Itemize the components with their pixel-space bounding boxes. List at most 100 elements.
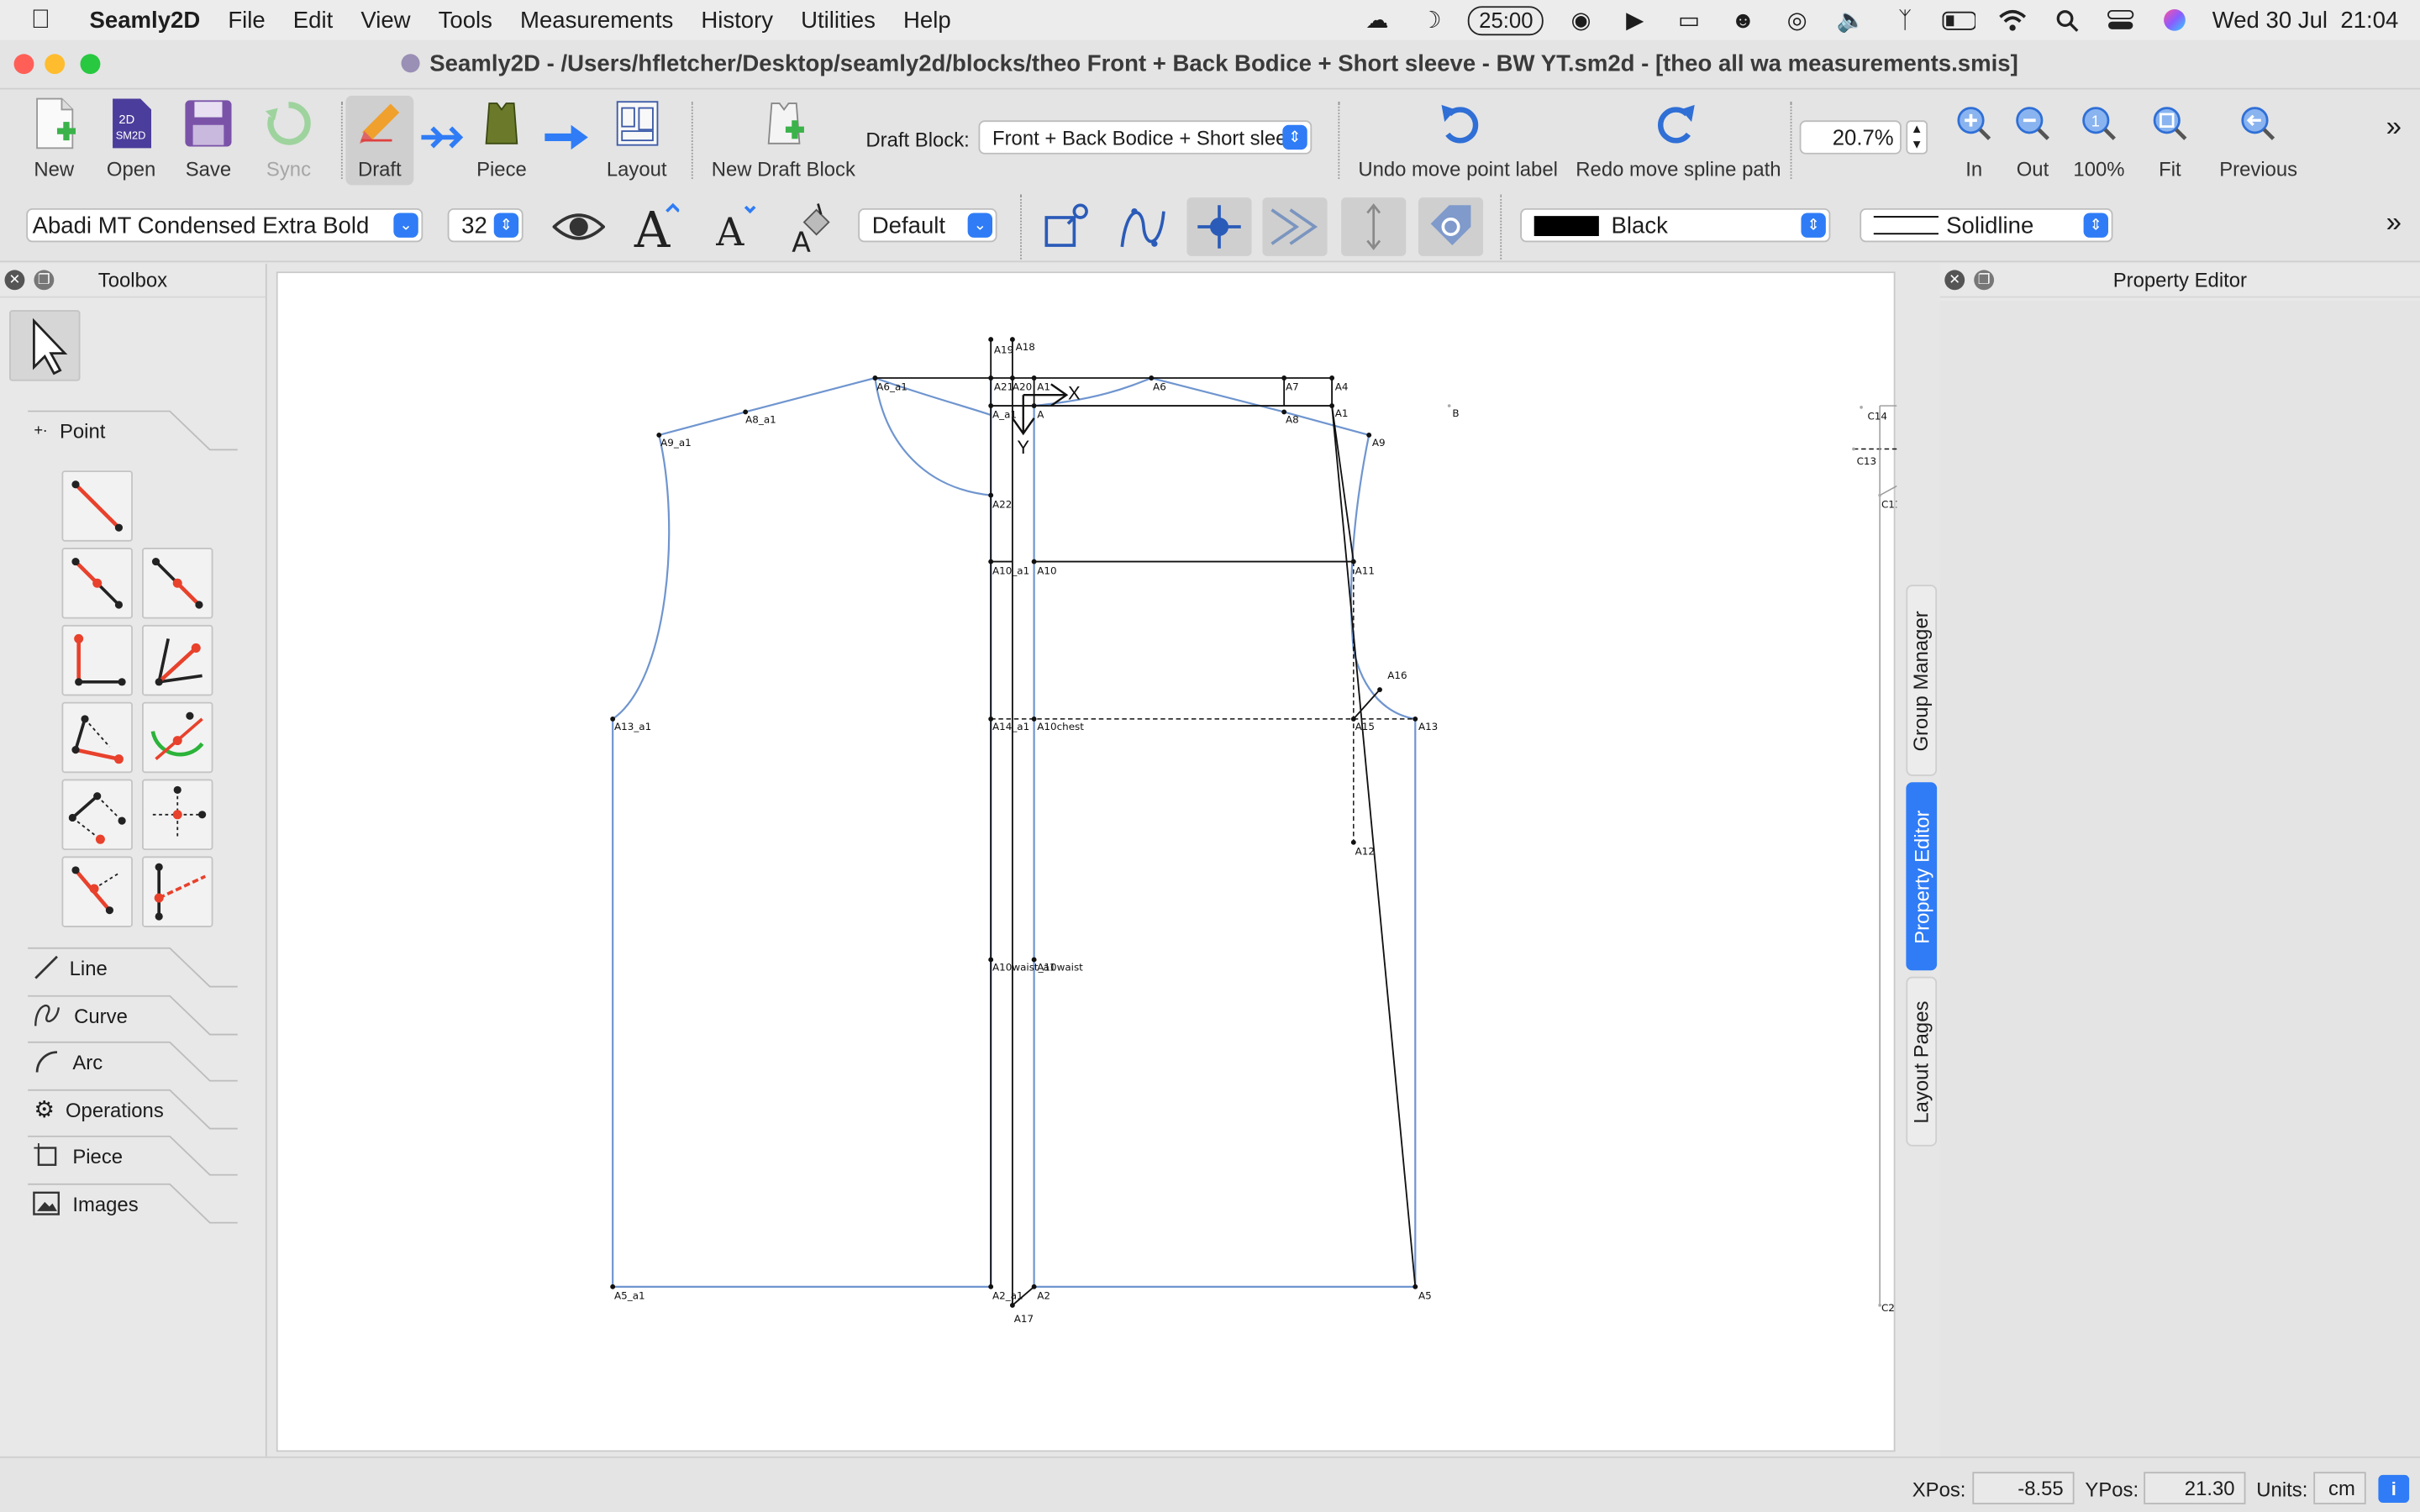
float-panel-icon[interactable]: ❐ bbox=[34, 270, 55, 291]
point-label[interactable]: A_a1 bbox=[992, 409, 1017, 421]
pattern-point[interactable] bbox=[988, 492, 994, 498]
section-point[interactable]: +∙ Point bbox=[28, 410, 238, 451]
menu-history[interactable]: History bbox=[701, 7, 773, 33]
pattern-point[interactable] bbox=[1031, 716, 1037, 722]
section-line[interactable]: Line bbox=[28, 947, 238, 988]
point-label[interactable]: A10 bbox=[1037, 564, 1056, 576]
draft-canvas[interactable]: X Y A19 A18 A21 A20 A1 A6 A7 A4 A6_a1 A_a1 A A8 A1 A8… bbox=[276, 271, 1901, 1453]
zoom-fit-button[interactable]: Fit bbox=[2144, 96, 2196, 186]
pattern-point[interactable] bbox=[988, 1284, 994, 1289]
search-icon[interactable] bbox=[2050, 8, 2084, 32]
point-label[interactable]: A6 bbox=[1153, 381, 1166, 393]
point-label[interactable]: A5 bbox=[1418, 1290, 1432, 1302]
pattern-point[interactable] bbox=[1031, 1284, 1037, 1289]
pattern-point[interactable] bbox=[988, 375, 994, 381]
normal-tool[interactable] bbox=[61, 624, 133, 696]
pattern-point[interactable] bbox=[1413, 1284, 1418, 1289]
along-line-tool[interactable] bbox=[61, 548, 133, 619]
float-panel-icon[interactable]: ❐ bbox=[1974, 270, 1995, 291]
triangle-tool[interactable] bbox=[61, 779, 133, 851]
grammarly-icon[interactable]: ◉ bbox=[1564, 8, 1597, 34]
pattern-point[interactable] bbox=[1447, 404, 1451, 407]
pattern-point[interactable] bbox=[1350, 839, 1356, 845]
timer-badge[interactable]: 25:00 bbox=[1468, 5, 1544, 35]
point-label[interactable]: A12 bbox=[1355, 846, 1375, 858]
sync-button[interactable]: Sync bbox=[262, 96, 314, 186]
section-piece[interactable]: Piece bbox=[28, 1135, 238, 1176]
pattern-point[interactable] bbox=[1009, 375, 1015, 381]
point-of-contact-tool[interactable] bbox=[141, 701, 213, 774]
pattern-point[interactable] bbox=[1149, 375, 1155, 381]
label-color-button[interactable]: A bbox=[776, 197, 841, 256]
zoom-previous-button[interactable]: Previous bbox=[2219, 96, 2297, 186]
pattern-point[interactable] bbox=[1852, 447, 1855, 451]
zoom-stepper[interactable]: ▲ ▼ bbox=[1906, 120, 1928, 155]
transform-tool-button[interactable] bbox=[1033, 197, 1097, 256]
menu-edit[interactable]: Edit bbox=[293, 7, 333, 33]
battery-icon[interactable] bbox=[1942, 8, 1976, 32]
direction-tool-button[interactable] bbox=[1262, 197, 1328, 256]
pattern-point[interactable] bbox=[1329, 375, 1335, 381]
zoom-in-button[interactable]: In bbox=[1948, 96, 2000, 186]
pattern-point[interactable] bbox=[1031, 375, 1037, 381]
zoom-out-button[interactable]: Out bbox=[2007, 96, 2059, 186]
point-label[interactable]: A2_a1 bbox=[992, 1290, 1023, 1302]
pattern-point[interactable] bbox=[610, 1284, 616, 1289]
bluetooth-icon[interactable]: ᛉ bbox=[1888, 7, 1922, 33]
control-center-icon[interactable] bbox=[2104, 8, 2138, 32]
creative-cloud-icon[interactable]: ☁ bbox=[1360, 8, 1394, 34]
point-label[interactable]: A bbox=[1037, 409, 1044, 421]
section-curve[interactable]: Curve bbox=[28, 995, 238, 1036]
toolbar2-overflow-button[interactable]: » bbox=[2386, 207, 2402, 239]
section-arc[interactable]: Arc bbox=[28, 1041, 238, 1082]
line-point-tool[interactable] bbox=[61, 470, 133, 542]
siri-icon[interactable] bbox=[2158, 8, 2191, 32]
info-icon[interactable]: i bbox=[2378, 1474, 2410, 1503]
menu-help[interactable]: Help bbox=[903, 7, 951, 33]
point-label[interactable]: A8 bbox=[1286, 413, 1299, 425]
app-menu[interactable]: Seamly2D bbox=[90, 7, 201, 33]
zoom-100-button[interactable]: 1 100% bbox=[2073, 96, 2125, 186]
tab-layout-pages[interactable]: Layout Pages bbox=[1906, 976, 1938, 1147]
point-label[interactable]: C13 bbox=[1857, 455, 1877, 467]
decrease-font-button[interactable]: A bbox=[699, 197, 764, 256]
menu-file[interactable]: File bbox=[228, 7, 265, 33]
close-panel-icon[interactable]: ✕ bbox=[1944, 270, 1965, 291]
tab-group-manager[interactable]: Group Manager bbox=[1906, 585, 1938, 776]
draft-block-select[interactable]: Front + Back Bodice + Short sleeve ⇕ bbox=[978, 120, 1313, 155]
line-color-select[interactable]: Black ⇕ bbox=[1520, 207, 1831, 243]
pattern-point[interactable] bbox=[1366, 433, 1372, 438]
grainline-tool-button[interactable] bbox=[1341, 197, 1407, 256]
undo-button[interactable]: Undo move point label bbox=[1358, 96, 1558, 186]
point-label[interactable]: A5_a1 bbox=[614, 1290, 645, 1302]
point-label[interactable]: A20 bbox=[1013, 381, 1032, 393]
point-label[interactable]: A6_a1 bbox=[876, 381, 908, 393]
point-label[interactable]: A21 bbox=[994, 381, 1013, 393]
apple-icon[interactable]:  bbox=[31, 5, 62, 36]
pattern-point[interactable] bbox=[988, 337, 994, 343]
pattern-point[interactable] bbox=[988, 559, 994, 564]
point-label[interactable]: A4 bbox=[1335, 381, 1349, 393]
open-button[interactable]: 2D SM2D Open bbox=[105, 96, 157, 186]
tab-property-editor[interactable]: Property Editor bbox=[1906, 782, 1938, 971]
clock[interactable]: Wed 30 Jul 21:04 bbox=[2212, 7, 2399, 33]
wifi-icon[interactable] bbox=[1996, 8, 2030, 32]
label-style-select[interactable]: Default ⌄ bbox=[858, 207, 997, 243]
point-label[interactable]: A1 bbox=[1037, 381, 1050, 393]
menu-utilities[interactable]: Utilities bbox=[801, 7, 876, 33]
line-intersect-axis-tool[interactable] bbox=[141, 856, 213, 927]
point-label[interactable]: A10waist bbox=[1037, 961, 1083, 973]
toolbar-overflow-button[interactable]: » bbox=[2386, 111, 2402, 144]
point-label[interactable]: A1 bbox=[1335, 407, 1349, 419]
pattern-point[interactable] bbox=[872, 375, 878, 381]
pattern-drawing[interactable]: X Y A19 A18 A21A20 A1 A6 A7 A4 A6_a1 A_a1 A A8 A1 A8… bbox=[278, 273, 1901, 1453]
pattern-point[interactable] bbox=[1031, 403, 1037, 409]
midpoint-tool[interactable] bbox=[141, 548, 213, 619]
volume-icon[interactable]: 🔈 bbox=[1834, 8, 1868, 34]
point-label[interactable]: C14 bbox=[1867, 411, 1887, 423]
moon-icon[interactable]: ☽ bbox=[1414, 8, 1448, 34]
point-label[interactable]: A9 bbox=[1372, 437, 1386, 449]
toggle-labels-button[interactable] bbox=[546, 197, 611, 256]
point-label[interactable]: A7 bbox=[1286, 381, 1299, 393]
pattern-point[interactable] bbox=[1329, 403, 1335, 409]
